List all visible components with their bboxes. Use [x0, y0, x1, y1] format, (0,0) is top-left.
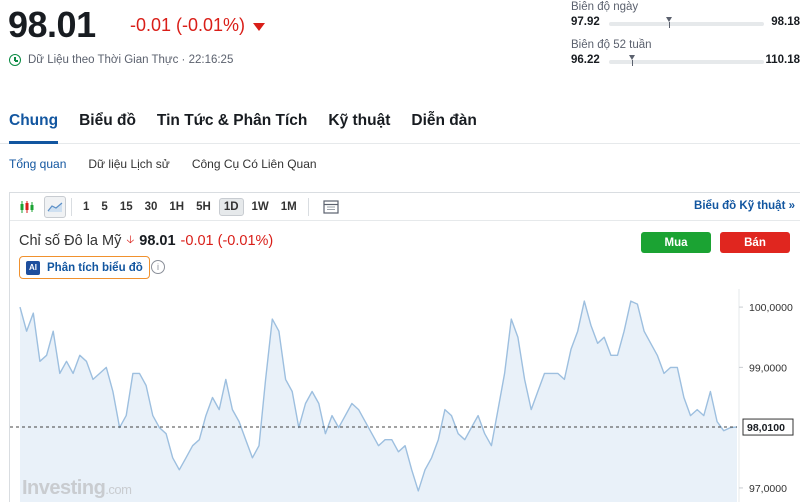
y-tick-label: 97,0000	[749, 483, 787, 495]
brand-suffix: .com	[105, 482, 132, 497]
timeframe-1mo[interactable]: 1M	[277, 199, 301, 215]
year-range-label: Biên độ 52 tuần	[571, 39, 652, 51]
timeframe-1w[interactable]: 1W	[248, 199, 273, 215]
y-tick-label: 99,0000	[749, 362, 787, 374]
tab-technical[interactable]: Kỹ thuật	[328, 108, 390, 144]
clock-icon	[9, 54, 21, 66]
chart-panel: 1 5 15 30 1H 5H 1D 1W 1M Biểu đồ Kỹ thuậ…	[9, 192, 800, 502]
realtime-text: Dữ Liệu theo Thời Gian Thực · 22:16:25	[28, 54, 234, 66]
day-range-bar	[609, 17, 764, 28]
down-arrow-icon: 🡣	[126, 234, 135, 246]
ai-chart-analysis-button[interactable]: AI Phân tích biểu đồ	[19, 256, 150, 279]
year-range-bar	[609, 55, 764, 66]
price-change-text: -0.01 (-0.01%)	[130, 15, 246, 35]
subtab-summary[interactable]: Tổng quan	[9, 157, 66, 171]
timeframe-30m[interactable]: 30	[141, 199, 162, 215]
day-range-marker	[666, 17, 673, 28]
timeframe-1d[interactable]: 1D	[218, 197, 244, 216]
technical-chart-link[interactable]: Biểu đồ Kỹ thuật »	[694, 200, 795, 212]
year-range: Biên độ 52 tuần 96.22 110.18	[571, 39, 800, 66]
buy-button[interactable]: Mua	[641, 232, 711, 253]
toolbar-divider	[71, 197, 72, 216]
calendar-icon[interactable]	[320, 196, 342, 218]
instrument-change: -0.01 (-0.01%)	[180, 232, 274, 249]
timeframe-5h[interactable]: 5H	[192, 199, 215, 215]
investing-logo: Investing.com	[22, 477, 132, 500]
tab-chart[interactable]: Biểu đồ	[79, 108, 136, 144]
last-price-label: 98,0100	[747, 422, 785, 434]
info-icon[interactable]: i	[151, 260, 165, 274]
day-range-low: 97.92	[571, 16, 600, 28]
tab-forum[interactable]: Diễn đàn	[411, 108, 476, 144]
year-range-low: 96.22	[571, 54, 600, 66]
sub-tabs: Tổng quan Dữ liệu Lịch sử Công Cụ Có Liê…	[9, 157, 317, 171]
sell-button[interactable]: Bán	[720, 232, 790, 253]
timeframe-1h[interactable]: 1H	[165, 199, 188, 215]
realtime-status: Dữ Liệu theo Thời Gian Thực · 22:16:25	[9, 54, 233, 66]
last-price: 98.01	[8, 4, 96, 45]
brand-name: Investing	[22, 477, 106, 499]
instrument-header: Chỉ số Đô la Mỹ 🡣 98.01 -0.01 (-0.01%)	[19, 231, 273, 250]
subtab-historical-data[interactable]: Dữ liệu Lịch sử	[88, 157, 169, 171]
main-tabs: Chung Biểu đồ Tin Tức & Phân Tích Kỹ thu…	[0, 108, 800, 144]
toolbar-divider	[307, 197, 309, 216]
day-range-label: Biên độ ngày	[571, 1, 639, 13]
y-tick-label: 100,0000	[749, 302, 793, 314]
day-range: Biên độ ngày 97.92 98.18	[571, 1, 800, 28]
instrument-value: 98.01	[139, 232, 176, 249]
timeframe-1m[interactable]: 1	[79, 199, 93, 215]
chart-area-fill	[20, 301, 737, 502]
tab-overview[interactable]: Chung	[9, 108, 59, 144]
year-range-high: 110.18	[765, 54, 800, 66]
price-change: -0.01 (-0.01%)	[130, 15, 266, 36]
tab-news-analysis[interactable]: Tin Tức & Phân Tích	[157, 108, 307, 144]
timeframe-5m[interactable]: 5	[97, 199, 111, 215]
subtab-related-tools[interactable]: Công Cụ Có Liên Quan	[192, 157, 317, 171]
price-chart[interactable]: 100,0000 99,0000 97,0000 98,0100	[10, 289, 800, 502]
candlestick-icon[interactable]	[16, 196, 38, 218]
ai-button-label: Phân tích biểu đồ	[47, 261, 143, 274]
instrument-name: Chỉ số Đô la Mỹ	[19, 232, 122, 249]
down-triangle-icon	[253, 22, 266, 31]
day-range-high: 98.18	[771, 16, 800, 28]
year-range-marker	[629, 55, 636, 66]
timeframe-15m[interactable]: 15	[116, 199, 137, 215]
ai-badge-icon: AI	[26, 260, 40, 275]
chart-toolbar: 1 5 15 30 1H 5H 1D 1W 1M Biểu đồ Kỹ thuậ…	[10, 193, 800, 221]
area-chart-icon[interactable]	[44, 195, 66, 218]
